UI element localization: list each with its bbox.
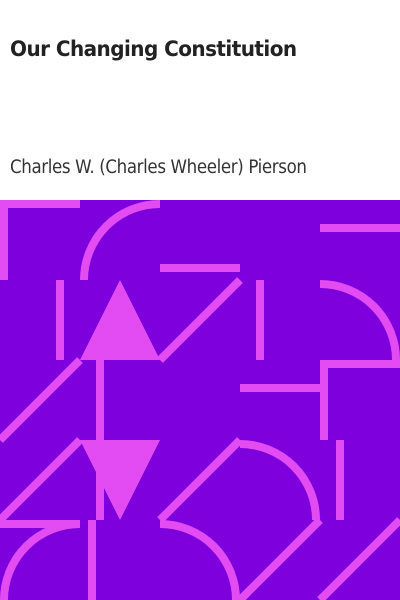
book-author: Charles W. (Charles Wheeler) Pierson [10,157,307,178]
book-title: Our Changing Constitution [10,37,297,62]
cover-header: Our Changing Constitution Charles W. (Ch… [0,10,400,200]
cover-pattern [0,200,400,600]
top-strip [0,0,400,10]
pattern-background [0,200,400,600]
